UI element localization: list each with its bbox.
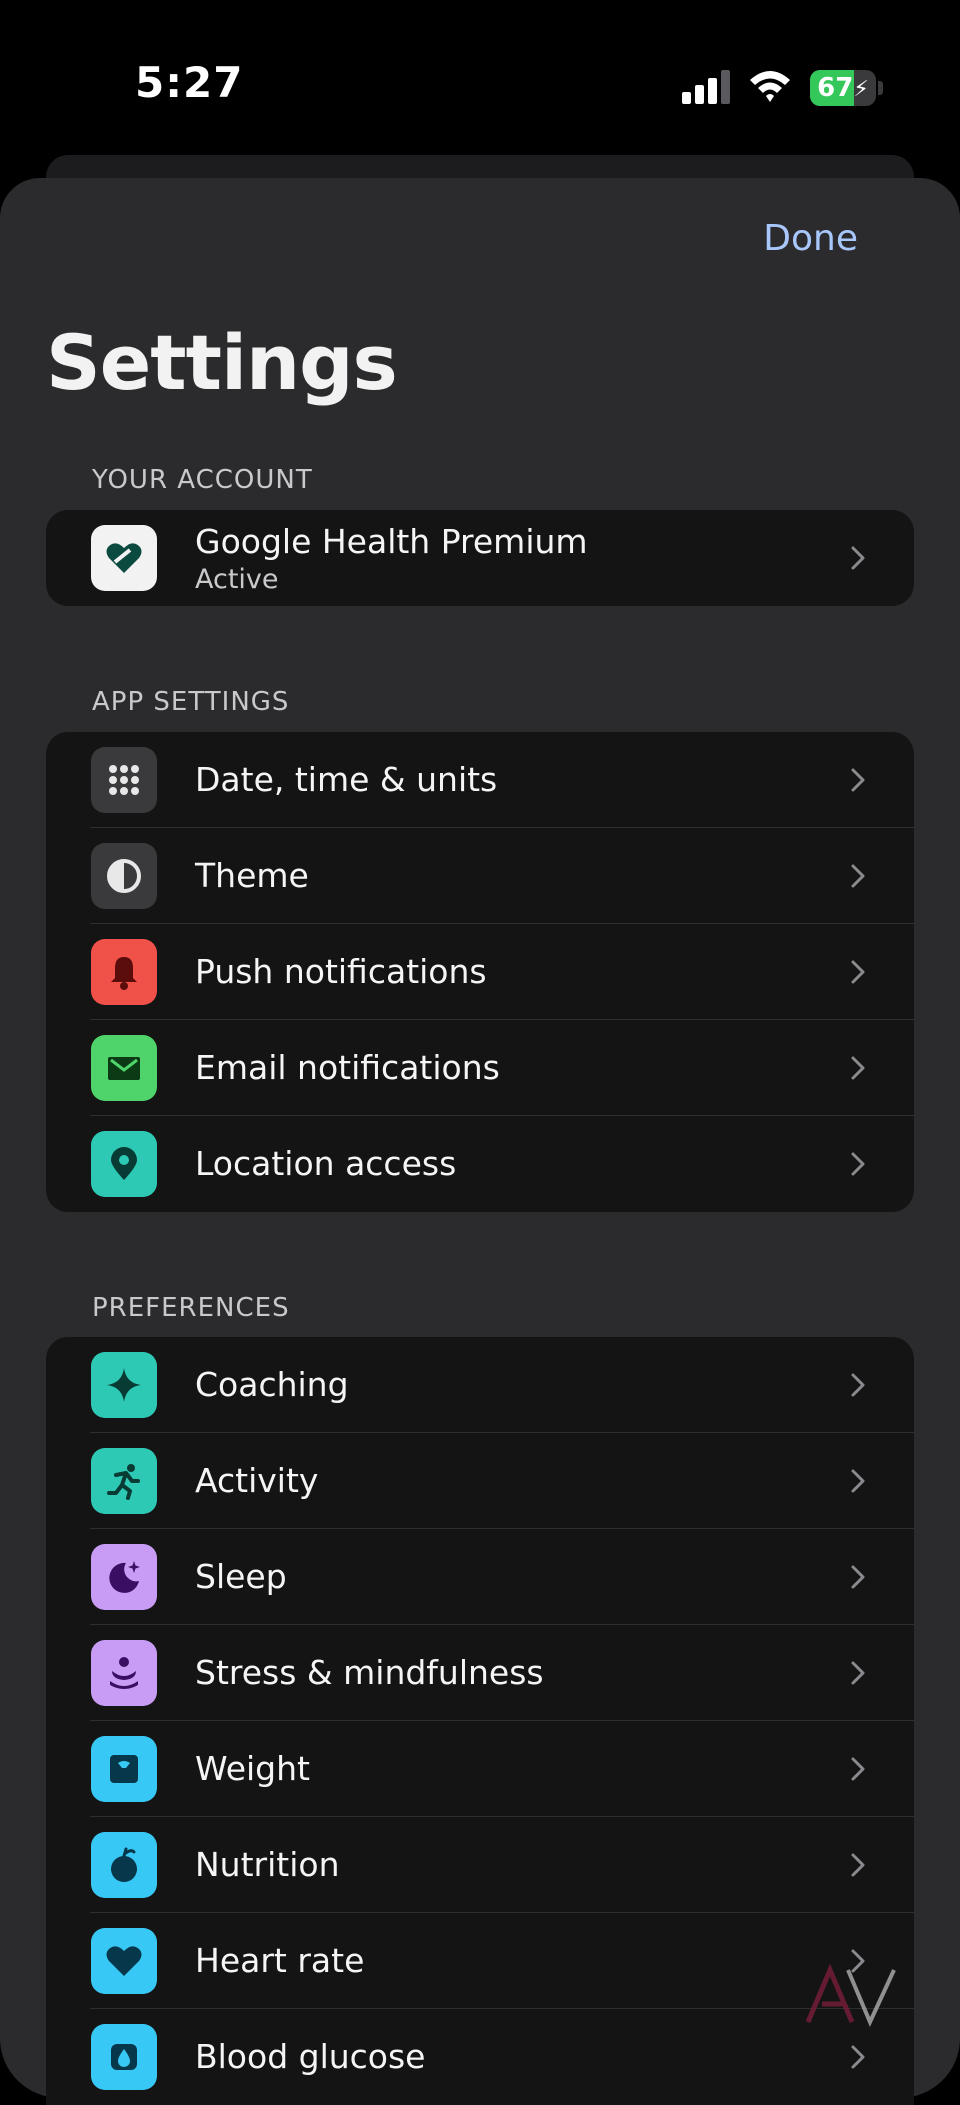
google-health-premium-item[interactable]: Google Health Premium Active <box>46 510 914 606</box>
chevron-right-icon <box>851 1373 865 1397</box>
preferences-item-heart-rate[interactable]: Heart rate <box>46 1913 914 2009</box>
item-label: Activity <box>195 1461 319 1500</box>
preferences-item-stress-mindfulness[interactable]: Stress & mindfulness <box>46 1625 914 1721</box>
mail-icon <box>91 1035 157 1101</box>
sparkle-icon <box>91 1352 157 1418</box>
scale-icon <box>91 1736 157 1802</box>
item-label: Nutrition <box>195 1845 340 1884</box>
status-bar: 5:27 67⚡ <box>0 0 960 160</box>
settings-item-date-time-units[interactable]: Date, time & units <box>46 732 914 828</box>
theme-contrast-icon <box>91 843 157 909</box>
preferences-item-weight[interactable]: Weight <box>46 1721 914 1817</box>
cellular-signal-icon <box>682 70 730 104</box>
item-label: Blood glucose <box>195 2037 426 2076</box>
chevron-right-icon <box>851 1661 865 1685</box>
account-item-title: Google Health Premium <box>195 522 588 561</box>
preferences-item-sleep[interactable]: Sleep <box>46 1529 914 1625</box>
settings-item-location-access[interactable]: Location access <box>46 1116 914 1212</box>
mindfulness-icon <box>91 1640 157 1706</box>
moon-icon <box>91 1544 157 1610</box>
item-label: Sleep <box>195 1557 287 1596</box>
preferences-item-activity[interactable]: Activity <box>46 1433 914 1529</box>
chevron-right-icon <box>851 864 865 888</box>
battery-indicator: 67⚡ <box>810 70 884 106</box>
settings-item-email-notifications[interactable]: Email notifications <box>46 1020 914 1116</box>
section-label-your-account: YOUR ACCOUNT <box>92 465 313 495</box>
battery-percent: 67 <box>817 73 854 103</box>
chevron-right-icon <box>851 1469 865 1493</box>
item-label: Heart rate <box>195 1941 365 1980</box>
status-time: 5:27 <box>135 58 244 107</box>
item-label: Push notifications <box>195 952 487 991</box>
heart-icon <box>91 1928 157 1994</box>
chevron-right-icon <box>851 1565 865 1589</box>
running-icon <box>91 1448 157 1514</box>
chevron-right-icon <box>851 2045 865 2069</box>
apple-icon <box>91 1832 157 1898</box>
account-item-status: Active <box>195 564 279 595</box>
chevron-right-icon <box>851 960 865 984</box>
wifi-icon <box>750 71 790 102</box>
bell-icon <box>91 939 157 1005</box>
page-title: Settings <box>46 318 398 407</box>
done-button[interactable]: Done <box>763 218 858 259</box>
chevron-right-icon <box>851 1056 865 1080</box>
watermark-logo-icon <box>805 1963 896 2027</box>
preferences-item-nutrition[interactable]: Nutrition <box>46 1817 914 1913</box>
settings-item-theme[interactable]: Theme <box>46 828 914 924</box>
section-label-app-settings: APP SETTINGS <box>92 687 290 717</box>
account-group: Google Health Premium Active <box>46 510 914 606</box>
item-label: Date, time & units <box>195 760 498 799</box>
drop-icon <box>91 2024 157 2090</box>
chevron-right-icon <box>851 546 865 570</box>
item-label: Email notifications <box>195 1048 500 1087</box>
item-label: Stress & mindfulness <box>195 1653 544 1692</box>
grid-dots-icon <box>91 747 157 813</box>
preferences-group: Coaching Activity Sleep Stress & mindful… <box>46 1337 914 2105</box>
health-heart-icon <box>91 525 157 591</box>
item-label: Weight <box>195 1749 310 1788</box>
chevron-right-icon <box>851 768 865 792</box>
item-label: Location access <box>195 1144 457 1183</box>
item-label: Theme <box>195 856 309 895</box>
preferences-item-blood-glucose[interactable]: Blood glucose <box>46 2009 914 2105</box>
app-settings-group: Date, time & units Theme Push notificati… <box>46 732 914 1212</box>
section-label-preferences: PREFERENCES <box>92 1293 290 1323</box>
settings-item-push-notifications[interactable]: Push notifications <box>46 924 914 1020</box>
preferences-item-coaching[interactable]: Coaching <box>46 1337 914 1433</box>
chevron-right-icon <box>851 1757 865 1781</box>
item-label: Coaching <box>195 1365 349 1404</box>
chevron-right-icon <box>851 1152 865 1176</box>
location-pin-icon <box>91 1131 157 1197</box>
chevron-right-icon <box>851 1853 865 1877</box>
